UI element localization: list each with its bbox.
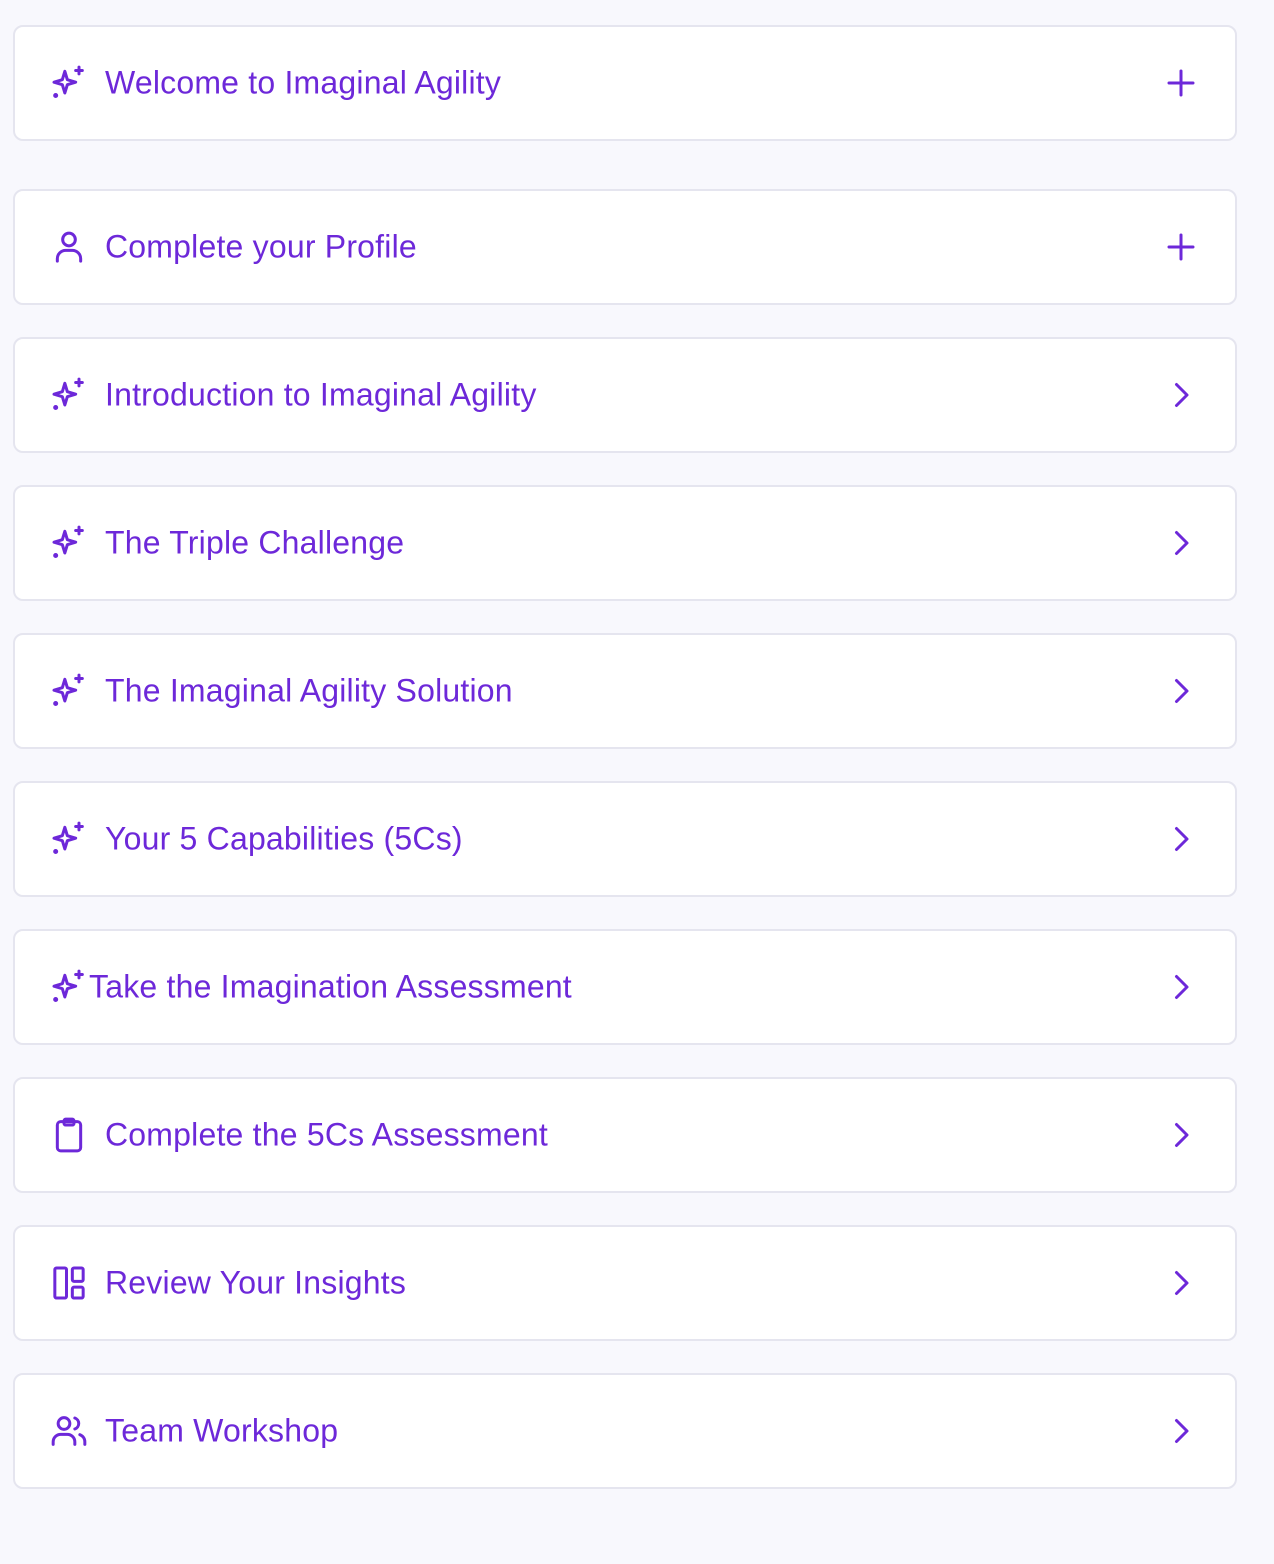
step-introduction[interactable]: Introduction to Imaginal Agility: [13, 337, 1237, 453]
step-team-workshop[interactable]: Team Workshop: [13, 1373, 1237, 1489]
sparkles-icon: [49, 63, 89, 103]
chevron-right-icon[interactable]: [1163, 1265, 1199, 1301]
sparkles-icon: [49, 671, 89, 711]
layout-dashboard-icon: [49, 1263, 89, 1303]
chevron-right-icon[interactable]: [1163, 1117, 1199, 1153]
chevron-right-icon[interactable]: [1163, 525, 1199, 561]
chevron-right-icon[interactable]: [1163, 673, 1199, 709]
plus-icon[interactable]: [1163, 65, 1199, 101]
plus-icon[interactable]: [1163, 229, 1199, 265]
step-imagination-assessment[interactable]: Take the Imagination Assessment: [13, 929, 1237, 1045]
step-solution[interactable]: The Imaginal Agility Solution: [13, 633, 1237, 749]
sparkles-icon: [49, 375, 89, 415]
chevron-right-icon[interactable]: [1163, 969, 1199, 1005]
step-label: Take the Imagination Assessment: [89, 968, 572, 1005]
step-label: Complete your Profile: [105, 228, 417, 265]
step-5-capabilities[interactable]: Your 5 Capabilities (5Cs): [13, 781, 1237, 897]
step-label: Team Workshop: [105, 1412, 339, 1449]
step-label: Your 5 Capabilities (5Cs): [105, 820, 463, 857]
step-label: Welcome to Imaginal Agility: [105, 64, 502, 101]
step-label: Introduction to Imaginal Agility: [105, 376, 537, 413]
step-5cs-assessment[interactable]: Complete the 5Cs Assessment: [13, 1077, 1237, 1193]
sparkles-icon: [49, 523, 89, 563]
chevron-right-icon[interactable]: [1163, 821, 1199, 857]
step-complete-profile[interactable]: Complete your Profile: [13, 189, 1237, 305]
step-label: Complete the 5Cs Assessment: [105, 1116, 548, 1153]
step-label: Review Your Insights: [105, 1264, 407, 1301]
users-icon: [49, 1411, 89, 1451]
step-list: Welcome to Imaginal Agility Complete you…: [0, 0, 1274, 1564]
step-triple-challenge[interactable]: The Triple Challenge: [13, 485, 1237, 601]
chevron-right-icon[interactable]: [1163, 1413, 1199, 1449]
sparkles-icon: [49, 819, 89, 859]
user-icon: [49, 227, 89, 267]
clipboard-icon: [49, 1115, 89, 1155]
step-label: The Triple Challenge: [105, 524, 405, 561]
sparkles-icon: [49, 967, 89, 1007]
step-review-insights[interactable]: Review Your Insights: [13, 1225, 1237, 1341]
step-label: The Imaginal Agility Solution: [105, 672, 513, 709]
step-welcome[interactable]: Welcome to Imaginal Agility: [13, 25, 1237, 141]
chevron-right-icon[interactable]: [1163, 377, 1199, 413]
